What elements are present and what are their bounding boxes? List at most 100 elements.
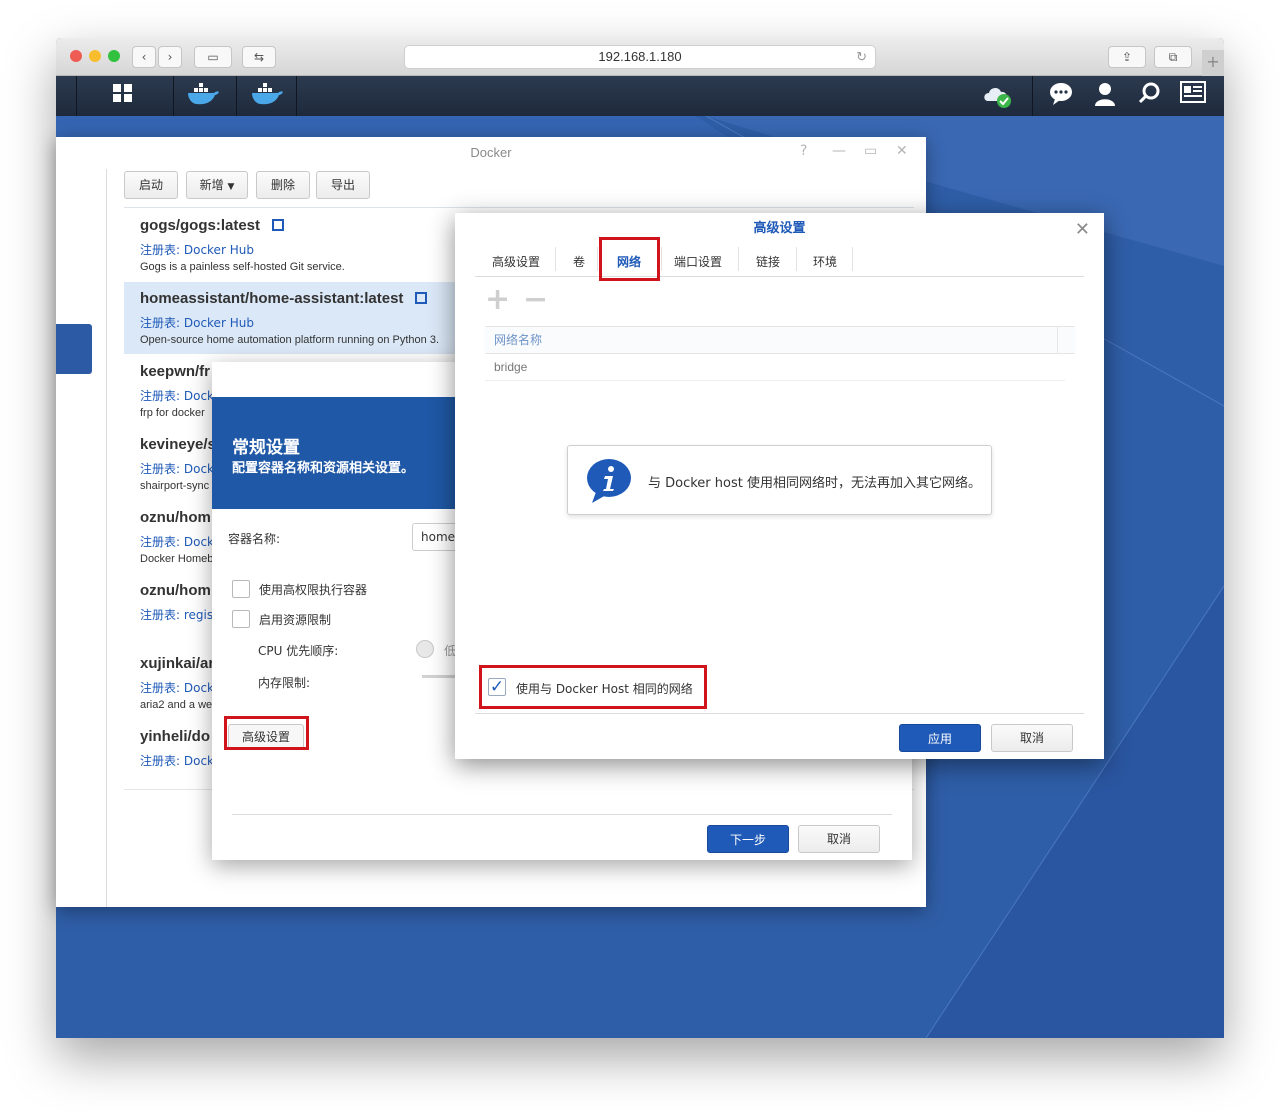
- arrows-icon: ⇆: [253, 50, 265, 64]
- plus-icon: +: [1206, 52, 1220, 71]
- share-icon: ⇪: [1121, 50, 1133, 64]
- image-registry: 注册表: Docke: [140, 389, 221, 403]
- info-icon: [587, 459, 631, 503]
- caret-down-icon: ▼: [227, 182, 235, 192]
- highlight-box: [479, 665, 707, 709]
- highlight-box: [599, 237, 660, 281]
- start-button[interactable]: 启动: [124, 171, 178, 199]
- docker-window-title: Docker: [470, 145, 512, 160]
- image-name: yinheli/do: [140, 728, 211, 745]
- image-name: kevineye/s: [140, 436, 216, 453]
- wizard-cancel-button[interactable]: 取消: [798, 825, 880, 853]
- tab-environment[interactable]: 环境: [803, 249, 847, 275]
- share-button[interactable]: ⇪: [1108, 46, 1146, 68]
- external-link-icon[interactable]: [415, 292, 428, 304]
- image-description: frp for docker: [140, 407, 205, 419]
- reload-icon[interactable]: ↻: [856, 46, 867, 68]
- network-name-header-label: 网络名称: [494, 333, 543, 347]
- tab-port-settings[interactable]: 端口设置: [667, 249, 729, 275]
- external-link-icon[interactable]: [272, 219, 285, 231]
- sidebar-icon: ▭: [207, 50, 219, 64]
- address-bar[interactable]: 192.168.1.180 ↻: [404, 45, 876, 69]
- docker-app-icon-2[interactable]: [250, 81, 284, 111]
- forward-button[interactable]: ›: [158, 46, 182, 68]
- tab-links[interactable]: 链接: [745, 249, 791, 275]
- sidebar-toggle-button[interactable]: ▭: [194, 46, 232, 68]
- tabs-button[interactable]: ⧉: [1154, 46, 1192, 68]
- image-description: aria2 and a we: [140, 699, 213, 711]
- image-registry: 注册表: Docker Hub: [140, 243, 254, 257]
- help-icon[interactable]: ?: [800, 143, 807, 159]
- image-registry: 注册表: Docke: [140, 535, 221, 549]
- resource-limit-checkbox[interactable]: [232, 610, 250, 628]
- chevron-right-icon: ›: [167, 50, 173, 64]
- dsm-taskbar: [56, 76, 1224, 116]
- apply-button[interactable]: 应用: [899, 724, 981, 752]
- highlight-box: [224, 716, 309, 750]
- memory-slider[interactable]: [422, 675, 455, 678]
- advanced-cancel-button[interactable]: 取消: [991, 724, 1073, 752]
- wizard-subheading: 配置容器名称和资源相关设置。: [232, 461, 415, 476]
- add-label: 新增: [199, 178, 224, 192]
- image-registry: 注册表: Docke: [140, 462, 221, 476]
- privileged-label: 使用高权限执行容器: [259, 583, 368, 597]
- back-button[interactable]: ‹: [132, 46, 156, 68]
- docker-app-icon[interactable]: [186, 81, 220, 111]
- widgets-icon[interactable]: [1176, 81, 1210, 111]
- image-name: keepwn/fr: [140, 363, 211, 380]
- info-text: 与 Docker host 使用相同网络时，无法再加入其它网络。: [648, 476, 981, 491]
- resource-limit-label: 启用资源限制: [259, 613, 332, 627]
- privileged-checkbox[interactable]: [232, 580, 250, 598]
- image-name: oznu/hom: [140, 509, 211, 526]
- cloud-sync-icon[interactable]: [981, 81, 1015, 111]
- remove-network-icon[interactable]: −: [523, 285, 548, 315]
- table-row[interactable]: bridge: [485, 354, 1065, 381]
- add-button[interactable]: 新增 ▼: [186, 171, 248, 199]
- new-tab-button[interactable]: +: [1202, 50, 1224, 76]
- tabs-icon: ⧉: [1168, 50, 1178, 64]
- chevron-left-icon: ‹: [141, 50, 147, 64]
- delete-button[interactable]: 删除: [256, 171, 310, 199]
- browser-titlebar: ‹ › ▭ ⇆ 192.168.1.180 ↻ ⇪ ⧉ +: [56, 38, 1224, 76]
- sidebar-selected-item[interactable]: [56, 324, 92, 374]
- image-registry: 注册表: Docker Hub: [140, 316, 254, 330]
- minimize-icon[interactable]: —: [832, 143, 846, 159]
- tab-volume[interactable]: 卷: [565, 249, 593, 275]
- image-registry: 注册表: Docke: [140, 754, 221, 768]
- close-icon[interactable]: ✕: [1075, 219, 1090, 240]
- image-registry: 注册表: Docke: [140, 681, 221, 695]
- image-description: Gogs is a painless self-hosted Git servi…: [140, 261, 345, 273]
- container-name-label: 容器名称:: [228, 532, 281, 546]
- image-name: oznu/hom: [140, 582, 211, 599]
- advanced-settings-dialog: 高级设置 ✕ 高级设置 卷 网络 端口设置 链接 环境 + − 网络名称 bri…: [455, 213, 1104, 759]
- add-network-icon[interactable]: +: [485, 285, 510, 315]
- image-name: homeassistant/home-assistant:latest: [140, 290, 404, 307]
- image-description: Docker Homeb: [140, 553, 214, 565]
- tab-overview-button[interactable]: ⇆: [242, 46, 276, 68]
- advanced-dialog-title: 高级设置: [753, 221, 806, 236]
- image-description: shairport-sync: [140, 480, 210, 492]
- close-icon[interactable]: ✕: [896, 143, 908, 159]
- image-registry: 注册表: regist: [140, 608, 218, 622]
- cpu-low-radio[interactable]: [416, 640, 434, 658]
- main-menu-icon[interactable]: [106, 81, 140, 111]
- search-icon[interactable]: [1132, 81, 1166, 111]
- close-window-button[interactable]: [70, 50, 82, 62]
- maximize-icon[interactable]: ▭: [864, 143, 877, 159]
- image-name: gogs/gogs:latest: [140, 217, 261, 234]
- cpu-priority-label: CPU 优先顺序:: [258, 644, 339, 658]
- tab-advanced[interactable]: 高级设置: [483, 249, 549, 275]
- export-button[interactable]: 导出: [316, 171, 370, 199]
- memory-limit-label: 内存限制:: [258, 676, 311, 690]
- next-button[interactable]: 下一步: [707, 825, 789, 853]
- zoom-window-button[interactable]: [108, 50, 120, 62]
- info-message: 与 Docker host 使用相同网络时，无法再加入其它网络。: [567, 445, 992, 515]
- address-text: 192.168.1.180: [598, 49, 682, 64]
- image-name: xujinkai/ar: [140, 655, 215, 672]
- network-name-header: 网络名称: [485, 326, 1075, 354]
- image-description: Open-source home automation platform run…: [140, 334, 440, 346]
- user-icon[interactable]: [1088, 81, 1122, 111]
- wizard-heading: 常规设置: [232, 438, 300, 458]
- chat-icon[interactable]: [1044, 81, 1078, 111]
- minimize-window-button[interactable]: [89, 50, 101, 62]
